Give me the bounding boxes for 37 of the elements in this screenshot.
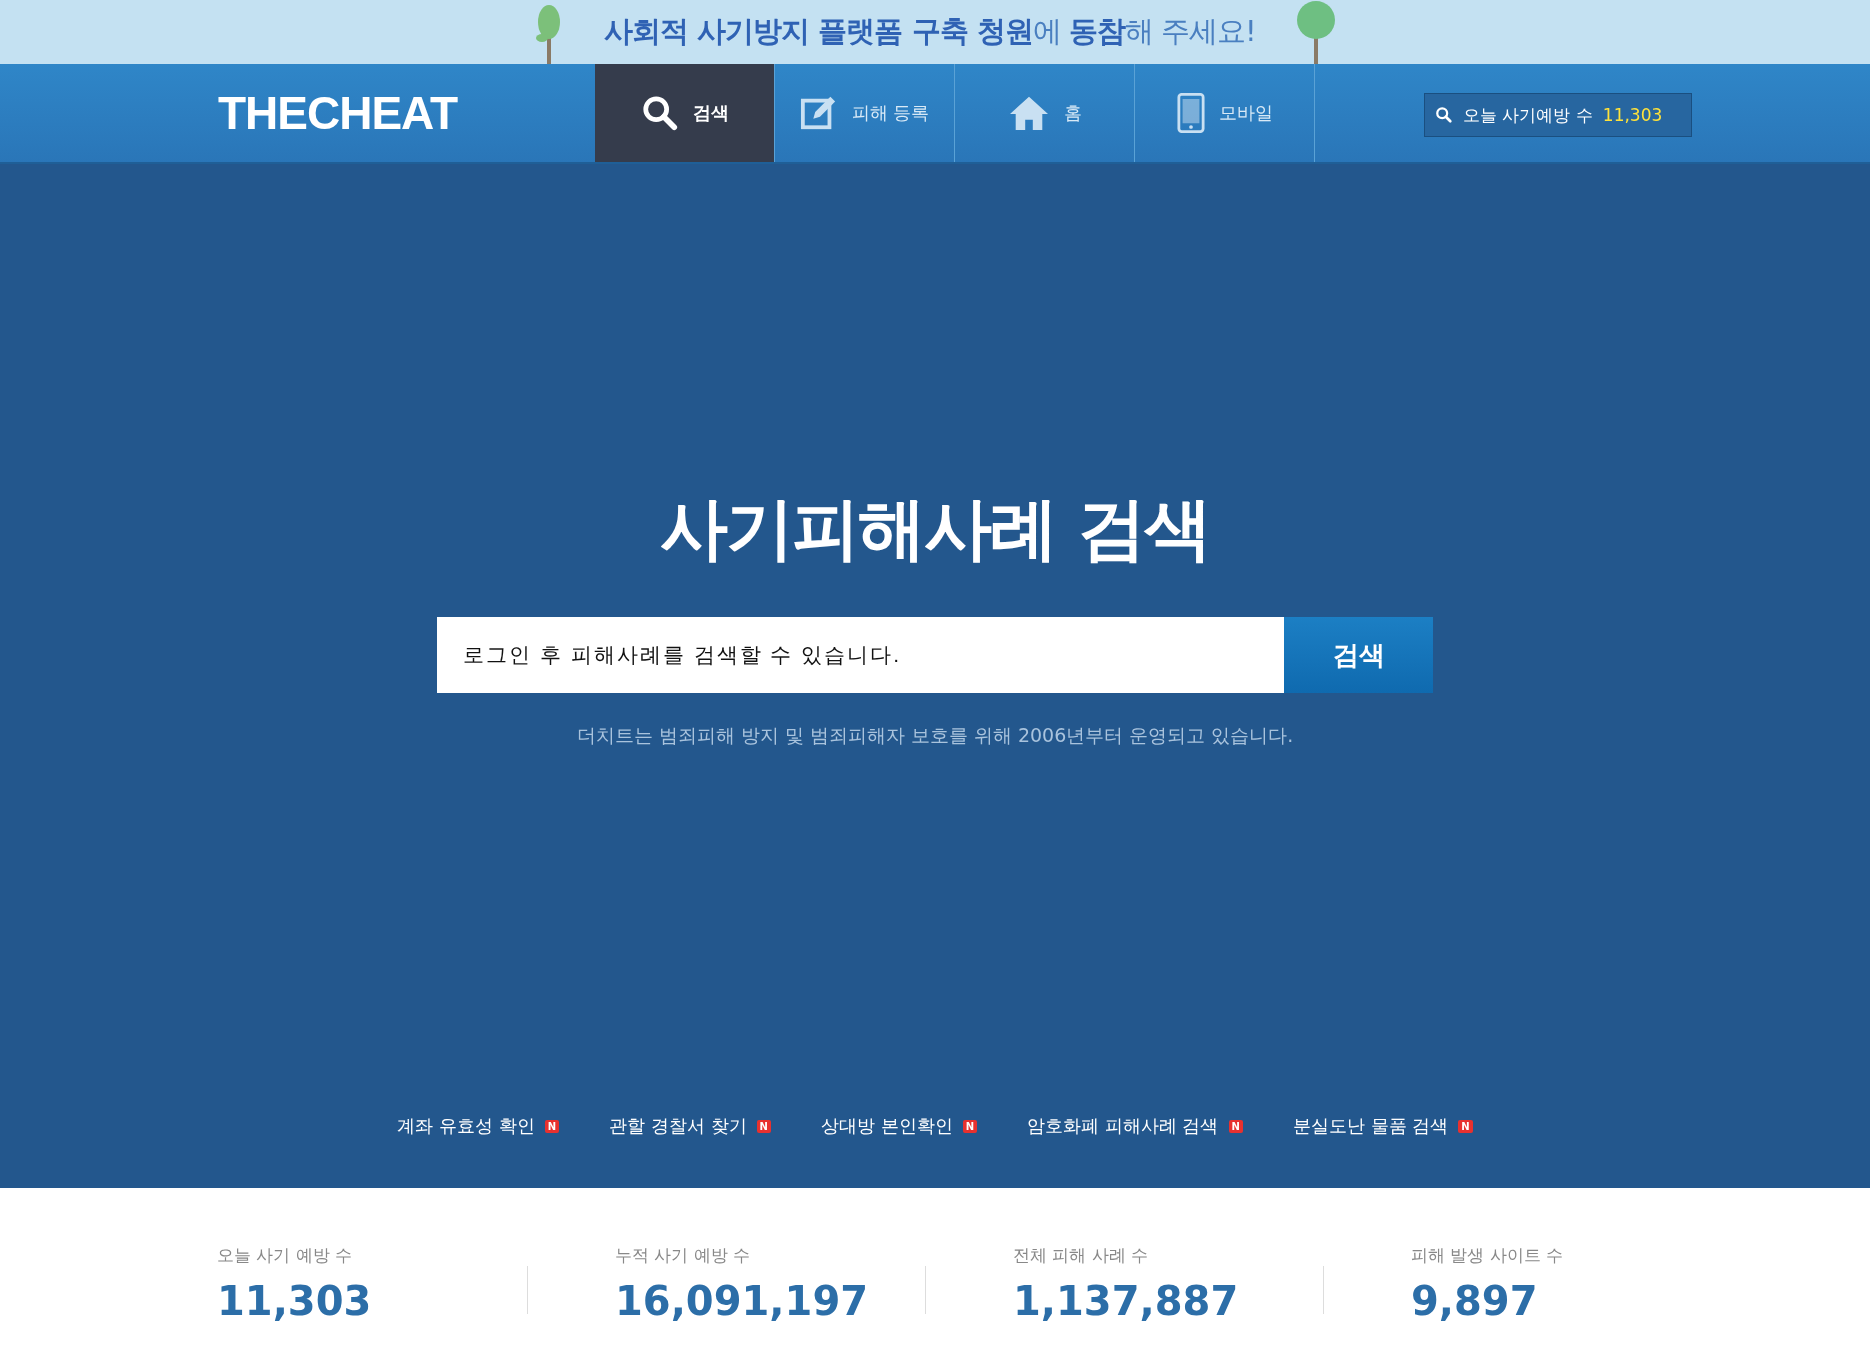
quick-link[interactable]: 분실도난 물품 검색 N (1292, 1114, 1473, 1138)
quick-link[interactable]: 상대방 본인확인 N (820, 1114, 978, 1138)
new-badge: N (544, 1119, 560, 1133)
stat-value: 1,137,887 (1013, 1277, 1240, 1326)
mobile-phone-icon (1176, 92, 1205, 134)
stat-label: 전체 피해 사례 수 (1013, 1244, 1150, 1267)
info-text: 더치트는 범죄피해 방지 및 범죄피해자 보호를 위해 2006년부터 운영되고 있습니다. (576, 723, 1294, 748)
new-badge: N (1228, 1119, 1243, 1133)
new-badge: N (756, 1119, 771, 1133)
logo[interactable]: THECHEAT (0, 64, 595, 162)
search-field[interactable]: 로그인 후 피해사례를 검색할 수 있습니다. (437, 617, 1284, 693)
search-icon (640, 94, 679, 132)
nav-tab[interactable]: 검색 (595, 64, 775, 162)
stat-label: 피해 발생 사이트 수 (1411, 1244, 1565, 1267)
counter-value: 11,303 (1602, 105, 1663, 125)
search-button[interactable]: 검색 (1284, 617, 1433, 693)
nav-tab[interactable]: 모바일 (1135, 64, 1315, 162)
pencil-square-icon (799, 94, 838, 132)
counter-label: 오늘 사기예방 수 (1463, 103, 1593, 127)
nav-tab[interactable]: 피해 등록 (775, 64, 955, 162)
banner[interactable]: 사회적 사기방지 플랫폼 구축 청원에 동참해 주세요! (0, 0, 1870, 64)
stat-value: 16,091,197 (615, 1277, 870, 1326)
stat-value: 11,303 (217, 1277, 373, 1326)
nav-tab[interactable]: 홈 (955, 64, 1135, 162)
home-icon (1007, 94, 1050, 132)
page-title: 사기피해사례 검색 (660, 488, 1210, 570)
new-badge: N (962, 1119, 978, 1133)
banner-text[interactable]: 사회적 사기방지 플랫폼 구축 청원에 동참해 주세요! (604, 12, 1256, 52)
stat-label: 오늘 사기 예방 수 (217, 1244, 354, 1267)
tree-icon (1295, 0, 1336, 64)
quick-link[interactable]: 관할 경찰서 찾기 N (609, 1114, 771, 1138)
stat-label: 누적 사기 예방 수 (615, 1244, 752, 1267)
new-badge: N (1458, 1119, 1473, 1133)
search-icon (1435, 106, 1453, 124)
stat-value: 9,897 (1411, 1277, 1539, 1326)
quick-link[interactable]: 계좌 유효성 확인 N (397, 1114, 560, 1138)
quick-link[interactable]: 암호화폐 피해사례 검색 N (1027, 1114, 1243, 1138)
